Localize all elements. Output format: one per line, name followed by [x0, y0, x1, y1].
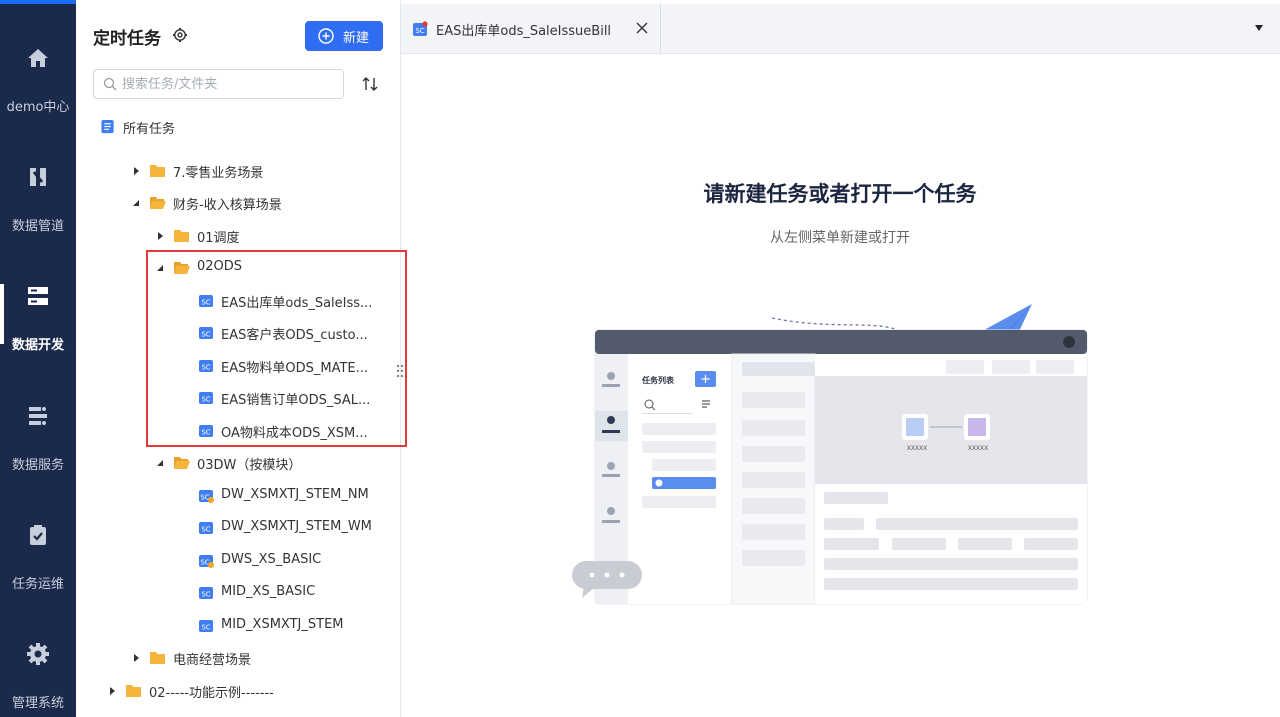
svg-text:SC: SC [201, 624, 210, 632]
selection-highlight [146, 250, 407, 447]
settings-icon[interactable] [172, 27, 188, 43]
caret-right-icon[interactable] [108, 687, 116, 695]
caret-right-icon[interactable] [132, 167, 140, 175]
tree-item-label: DW_XSMXTJ_STEM_NM [221, 487, 369, 502]
tree-task[interactable]: SC MID_XS_BASIC [198, 580, 388, 608]
caret-right-icon[interactable] [132, 654, 140, 662]
close-icon[interactable] [636, 22, 648, 34]
folder-open-icon [150, 197, 166, 209]
nav-label: 数据服务 [11, 458, 64, 473]
tree-item-label: 7.零售业务场景 [173, 166, 264, 181]
home-icon [28, 49, 48, 67]
svg-text:SC: SC [201, 526, 210, 534]
nav-item-pipeline[interactable]: 数据管道 [0, 165, 76, 275]
pipeline-icon [30, 168, 46, 186]
tree-item-label: 01调度 [197, 231, 240, 246]
nav-label: 数据开发 [11, 338, 64, 353]
nav-item-service[interactable]: 数据服务 [0, 404, 76, 514]
caret-down-icon[interactable] [132, 199, 140, 207]
plus-circle-icon [318, 28, 334, 44]
tree-folder[interactable]: 电商经营场景 [132, 645, 390, 673]
illus-node-a: XXXXX [907, 445, 928, 452]
nav-item-demo[interactable]: demo中心 [0, 46, 76, 156]
task-icon: SC [199, 522, 213, 534]
clipboard-check-icon [30, 525, 46, 545]
search-input[interactable] [122, 75, 332, 93]
nav-item-ops[interactable]: 任务运维 [0, 523, 76, 633]
tree-item-label: DW_XSMXTJ_STEM_WM [221, 519, 372, 534]
nav-label: demo中心 [6, 100, 70, 115]
tree-task[interactable]: SC DWS_XS_BASIC [198, 548, 388, 576]
caret-right-icon[interactable] [156, 232, 164, 240]
illus-node-b: XXXXX [968, 445, 989, 452]
doc-icon [101, 119, 114, 134]
search-icon [103, 77, 117, 91]
new-task-button[interactable]: 新建 [305, 21, 383, 51]
sort-icon[interactable] [361, 75, 379, 93]
folder-icon [174, 230, 189, 242]
tree-item-label: 03DW（按模块） [197, 458, 302, 473]
caret-down-icon[interactable] [156, 459, 164, 467]
tree-root[interactable]: 所有任务 [100, 114, 390, 142]
svg-text:SC: SC [415, 27, 424, 35]
service-icon [29, 407, 47, 425]
empty-state-illustration: 任务列表 XXXXX XXXXX [572, 304, 1088, 605]
tree-folder[interactable]: 01调度 [156, 223, 390, 251]
tree-item-label: MID_XS_BASIC [221, 584, 316, 599]
empty-state-subtitle: 从左侧菜单新建或打开 [770, 230, 910, 246]
tree-item-label: DWS_XS_BASIC [221, 552, 322, 567]
nav-label: 任务运维 [11, 577, 64, 592]
left-nav: demo中心 数据管道 数据开发 数据服务 任务运维 管理系统 [0, 0, 76, 717]
svg-text:SC: SC [201, 591, 210, 599]
tree-root-label: 所有任务 [123, 122, 176, 137]
chevron-down-icon[interactable] [1254, 24, 1264, 32]
tree-task[interactable]: SC MID_XSMXTJ_STEM [198, 613, 388, 641]
task-icon: SC [413, 21, 428, 36]
panel-title: 定时任务 [93, 29, 161, 49]
tree-folder[interactable]: 7.零售业务场景 [132, 158, 390, 186]
task-icon: SC [199, 620, 213, 632]
tab-label: EAS出库单ods_SaleIssueBill [436, 24, 612, 39]
tree-item-label: 02-----功能示例------- [149, 686, 274, 701]
search-box [93, 69, 344, 99]
illus-list-title: 任务列表 [641, 375, 675, 385]
nav-label: 数据管道 [11, 219, 64, 234]
folder-open-icon [174, 457, 190, 469]
task-warning-icon: SC [199, 555, 214, 568]
tab-bar: SC EAS出库单ods_SaleIssueBill [401, 4, 1280, 54]
tab-eas-sale-issue[interactable]: SC EAS出库单ods_SaleIssueBill [401, 4, 661, 53]
tree-item-label: MID_XSMXTJ_STEM [221, 617, 344, 632]
new-task-label: 新建 [343, 31, 370, 46]
dev-icon [28, 287, 48, 305]
resize-handle-icon[interactable] [396, 363, 404, 379]
tree-folder[interactable]: 03DW（按模块） [156, 450, 390, 478]
nav-label: 管理系统 [11, 696, 64, 711]
gear-icon [27, 643, 49, 665]
task-icon: SC [199, 587, 213, 599]
folder-icon [150, 652, 165, 664]
folder-icon [126, 685, 141, 697]
tree-task[interactable]: SC DW_XSMXTJ_STEM_NM [198, 483, 388, 511]
tree-folder[interactable]: 财务-收入核算场景 [132, 190, 390, 218]
empty-state-title: 请新建任务或者打开一个任务 [703, 182, 977, 206]
folder-icon [150, 165, 165, 177]
tree-task[interactable]: SC DW_XSMXTJ_STEM_WM [198, 515, 388, 543]
nav-item-dev[interactable]: 数据开发 [0, 284, 76, 394]
tree-folder[interactable]: 02-----功能示例------- [108, 678, 390, 706]
nav-item-admin[interactable]: 管理系统 [0, 642, 76, 717]
tree-item-label: 电商经营场景 [173, 653, 252, 668]
tree-item-label: 财务-收入核算场景 [173, 198, 282, 213]
task-warning-icon: SC [199, 490, 214, 503]
